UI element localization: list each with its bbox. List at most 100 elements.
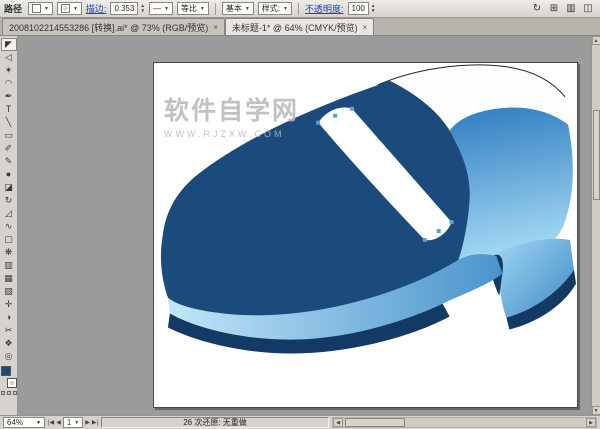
fill-color-well[interactable]: ▼ <box>28 2 53 15</box>
direct-selection-tool[interactable]: ◁ <box>1 51 17 64</box>
rotate-tool[interactable]: ↻ <box>1 194 17 207</box>
chevron-down-icon: ▼ <box>36 420 41 426</box>
style-dropdown[interactable]: 样式: ▼ <box>258 2 292 15</box>
vertical-scroll-thumb[interactable] <box>593 110 600 200</box>
status-bar: 64% ▼ |◀ ◀ 1 ▼ ▶ ▶| 26 次还原: 无重做 ◀ ▶ <box>0 415 600 429</box>
color-mode-button[interactable] <box>1 391 5 395</box>
tab-label: 未标题-1* @ 64% (CMYK/预览) <box>232 21 358 34</box>
draw-mode-buttons <box>1 391 17 395</box>
fill-swatch[interactable] <box>1 366 11 376</box>
gradient-tool[interactable]: ▧ <box>1 285 17 298</box>
eyedropper-tool[interactable]: ✛ <box>1 298 17 311</box>
type-tool[interactable]: T <box>1 103 17 116</box>
selection-tool[interactable]: ◤ <box>1 38 17 51</box>
stroke-profile-dropdown[interactable]: — ▼ <box>149 2 173 15</box>
scroll-down-icon[interactable]: ▼ <box>592 406 600 415</box>
color-swatches <box>1 366 17 388</box>
divider <box>215 3 216 15</box>
chevron-down-icon: ▼ <box>245 6 250 12</box>
stroke-weight-stepper[interactable]: ▲ ▼ <box>140 4 144 14</box>
panel-label: 路径 <box>4 2 22 15</box>
eraser-tool[interactable]: ◪ <box>1 181 17 194</box>
last-artboard-button[interactable]: ▶| <box>92 419 98 426</box>
toolbox: ◤ ◁ ✶ ◠ ✒ T ╲ ▭ ✐ ✎ ● ◪ ↻ ◿ ∿ ▢ ❋ ▥ ▦ ▧ … <box>0 36 18 415</box>
zoom-value: 64% <box>7 418 23 427</box>
tab-document-2[interactable]: 未标题-1* @ 64% (CMYK/预览) × <box>225 18 374 35</box>
chevron-down-icon: ▼ <box>73 6 78 12</box>
vertical-scroll-track[interactable] <box>592 45 600 406</box>
stroke-label[interactable]: 描边: <box>86 2 107 15</box>
column-graph-tool[interactable]: ▥ <box>1 259 17 272</box>
artboard-navigation: |◀ ◀ 1 ▼ ▶ ▶| <box>48 417 98 428</box>
scroll-up-icon[interactable]: ▲ <box>592 36 600 45</box>
stroke-well-icon <box>61 4 70 13</box>
horizontal-scrollbar[interactable]: ◀ ▶ <box>332 417 597 428</box>
artboard-number-dropdown[interactable]: 1 ▼ <box>63 417 83 428</box>
brush-definition-dropdown[interactable]: 基本 ▼ <box>222 2 254 15</box>
shoe-illustration[interactable] <box>154 63 577 407</box>
blend-tool[interactable]: ◑ <box>1 311 17 324</box>
scroll-right-icon[interactable]: ▶ <box>586 418 596 427</box>
artboard-number: 1 <box>67 418 71 427</box>
stroke-weight-input[interactable]: 0.353 <box>110 2 138 15</box>
stepper-down-icon[interactable]: ▼ <box>140 9 144 14</box>
rectangle-tool[interactable]: ▭ <box>1 129 17 142</box>
canvas[interactable]: 软件自学网 WWW.RJZXW.COM <box>18 36 591 415</box>
scroll-left-icon[interactable]: ◀ <box>333 418 343 427</box>
symbol-sprayer-tool[interactable]: ❋ <box>1 246 17 259</box>
slice-tool[interactable]: ✂ <box>1 324 17 337</box>
tab-label: 2008102214553286 [转换].ai* @ 73% (RGB/预览) <box>9 21 208 34</box>
stepper-down-icon[interactable]: ▼ <box>371 9 375 14</box>
zoom-tool[interactable]: ◎ <box>1 350 17 363</box>
mesh-tool[interactable]: ▦ <box>1 272 17 285</box>
opacity-label[interactable]: 不透明度: <box>305 2 344 15</box>
next-artboard-button[interactable]: ▶ <box>85 419 90 426</box>
tab-document-1[interactable]: 2008102214553286 [转换].ai* @ 73% (RGB/预览)… <box>2 18 225 35</box>
blob-brush-tool[interactable]: ● <box>1 168 17 181</box>
opacity-stepper[interactable]: ▲ ▼ <box>371 4 375 14</box>
grid-icon[interactable]: ⊞ <box>546 1 562 16</box>
width-tool[interactable]: ∿ <box>1 220 17 233</box>
none-mode-button[interactable] <box>13 391 17 395</box>
close-icon[interactable]: × <box>363 23 368 32</box>
chevron-down-icon: ▼ <box>74 420 79 426</box>
stroke-color-well[interactable]: ▼ <box>57 2 82 15</box>
document-tab-bar: 2008102214553286 [转换].ai* @ 73% (RGB/预览)… <box>0 18 600 36</box>
line-segment-tool[interactable]: ╲ <box>1 116 17 129</box>
fill-well-icon <box>32 4 41 13</box>
magic-wand-tool[interactable]: ✶ <box>1 64 17 77</box>
hand-tool[interactable]: ❖ <box>1 337 17 350</box>
panels-icon[interactable]: ◫ <box>580 1 596 16</box>
free-transform-tool[interactable]: ▢ <box>1 233 17 246</box>
pencil-tool[interactable]: ✎ <box>1 155 17 168</box>
previous-artboard-button[interactable]: ◀ <box>56 419 61 426</box>
stroke-swatch[interactable] <box>7 378 17 388</box>
first-artboard-button[interactable]: |◀ <box>48 419 54 426</box>
chevron-down-icon: ▼ <box>283 6 288 12</box>
close-icon[interactable]: × <box>213 23 218 32</box>
pen-tool[interactable]: ✒ <box>1 90 17 103</box>
columns-icon[interactable]: ▥ <box>563 1 579 16</box>
chevron-down-icon: ▼ <box>44 6 49 12</box>
document-area: ◤ ◁ ✶ ◠ ✒ T ╲ ▭ ✐ ✎ ● ◪ ↻ ◿ ∿ ▢ ❋ ▥ ▦ ▧ … <box>0 36 600 415</box>
stroke-weight-value: 0.353 <box>114 4 134 13</box>
gradient-mode-button[interactable] <box>7 391 11 395</box>
horizontal-scroll-thumb[interactable] <box>345 418 405 427</box>
lasso-tool[interactable]: ◠ <box>1 77 17 90</box>
chevron-down-icon: ▼ <box>164 6 169 12</box>
vertical-scrollbar[interactable]: ▲ ▼ <box>591 36 600 415</box>
chevron-down-icon: ▼ <box>200 6 205 12</box>
options-bar-icons: ↻ ⊞ ▥ ◫ <box>529 1 596 16</box>
rotate-view-icon[interactable]: ↻ <box>529 1 545 16</box>
artboard[interactable]: 软件自学网 WWW.RJZXW.COM <box>153 62 578 408</box>
status-message[interactable]: 26 次还原: 无重做 <box>101 417 329 428</box>
uniform-width-dropdown[interactable]: 等比 ▼ <box>177 2 209 15</box>
scale-tool[interactable]: ◿ <box>1 207 17 220</box>
line-profile-icon: — <box>153 4 161 13</box>
options-bar: 路径 ▼ ▼ 描边: 0.353 ▲ ▼ — ▼ 等比 ▼ 基本 ▼ <box>0 0 600 18</box>
brush-definition-label: 基本 <box>226 3 242 14</box>
zoom-dropdown[interactable]: 64% ▼ <box>3 417 45 428</box>
paintbrush-tool[interactable]: ✐ <box>1 142 17 155</box>
uniform-width-label: 等比 <box>181 3 197 14</box>
opacity-input[interactable]: 100 <box>348 2 369 15</box>
